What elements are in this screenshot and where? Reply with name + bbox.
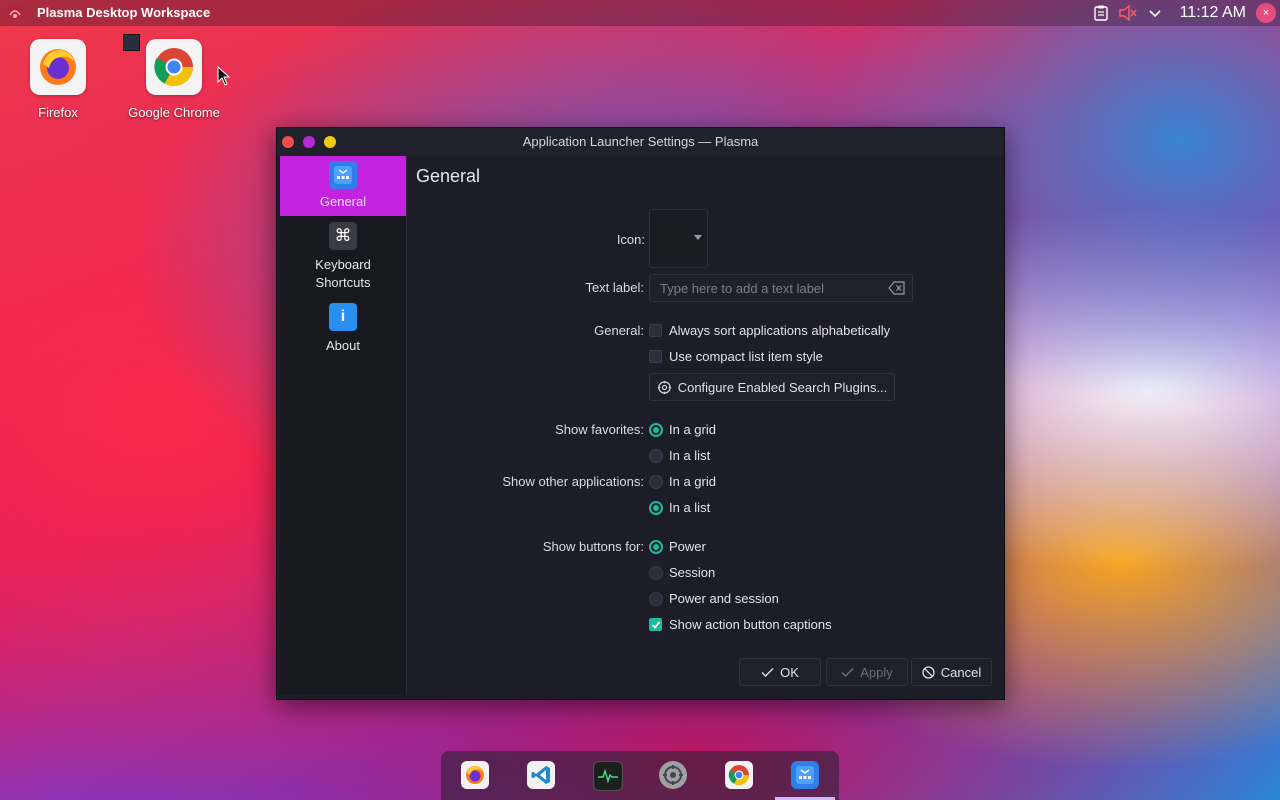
dock-system-settings-icon[interactable] [659,761,687,789]
window-titlebar[interactable]: Application Launcher Settings — Plasma [277,128,1004,156]
clear-text-icon[interactable] [888,281,906,295]
system-tray: 11:12 AM × [1084,0,1280,26]
workspace-title: Plasma Desktop Workspace [37,5,211,20]
compact-list-option[interactable]: Use compact list item style [649,349,823,364]
sidebar-item-keyboard-shortcuts[interactable]: ⌘ Keyboard Shortcuts [280,222,406,294]
sort-alphabetically-option[interactable]: Always sort applications alphabetically [649,323,890,338]
text-label-input[interactable] [650,275,900,301]
favorites-list-option[interactable]: In a list [649,448,710,463]
dropdown-arrow-icon [694,235,702,240]
dock-system-monitor-icon[interactable] [593,761,623,791]
favorites-grid-option[interactable]: In a grid [649,422,716,437]
button-label: OK [780,664,799,680]
command-key-icon: ⌘ [329,222,357,250]
gear-icon [657,380,672,395]
desktop-icon-firefox[interactable]: Firefox [3,39,113,120]
option-label: Session [669,565,716,580]
desktop-icon-label: Google Chrome [128,105,220,120]
other-list-option[interactable]: In a list [649,500,710,515]
launcher-icon [329,161,357,189]
sidebar-item-label: About [326,338,360,353]
option-label: In a list [669,448,711,463]
ok-button[interactable]: OK [739,658,821,686]
buttons-power-option[interactable]: Power [649,539,706,554]
option-label: Always sort applications alphabetically [669,323,891,338]
dock-firefox-icon[interactable] [461,761,489,789]
cancel-icon [922,665,935,679]
option-label: Power [669,539,706,554]
apply-button[interactable]: Apply [826,658,908,686]
buttons-power-session-radio[interactable] [649,591,663,606]
page-title: General [416,166,481,186]
other-list-radio[interactable] [649,500,663,515]
mouse-cursor-icon [217,66,231,86]
general-label: General: [594,323,644,338]
other-grid-option[interactable]: In a grid [649,474,716,489]
dock-launcher-icon[interactable] [791,761,819,789]
show-buttons-label: Show buttons for: [542,539,644,554]
info-icon: i [329,303,357,331]
settings-content: General Icon: Text label: General: Alway… [407,156,1000,695]
window-title: Application Launcher Settings — Plasma [522,134,759,149]
text-label-field [649,274,913,302]
settings-window: Application Launcher Settings — Plasma G… [276,127,1005,700]
option-label: Show action button captions [669,617,832,632]
clock[interactable]: 11:12 AM [1180,4,1246,22]
cancel-button[interactable]: Cancel [911,658,992,686]
dock [441,751,839,800]
text-label-label: Text label: [585,280,644,295]
buttons-power-radio[interactable] [649,539,663,554]
volume-muted-icon[interactable] [1118,5,1138,21]
checkmark-icon [651,620,660,629]
option-label: In a grid [669,422,716,437]
button-label: Apply [860,664,893,680]
desktop-icon-chrome[interactable]: Google Chrome [119,39,229,120]
clipboard-icon[interactable] [1093,5,1108,21]
option-label: Power and session [669,591,779,606]
option-label: In a list [669,500,711,515]
kde-logo-icon[interactable] [6,4,24,22]
check-icon [761,667,774,678]
top-panel: Plasma Desktop Workspace 11:12 AM × [0,0,1280,26]
chevron-down-icon[interactable] [1148,8,1162,18]
sort-alphabetically-checkbox[interactable] [649,324,662,337]
favorites-grid-radio[interactable] [649,422,663,437]
show-favorites-label: Show favorites: [555,422,644,437]
desktop-icon-label: Firefox [38,105,78,120]
favorites-list-radio[interactable] [649,448,663,463]
user-avatar-icon[interactable]: × [1256,3,1276,23]
buttons-session-option[interactable]: Session [649,565,715,580]
dock-chrome-icon[interactable] [725,761,753,789]
dock-vscode-icon[interactable] [527,761,555,789]
sidebar: General ⌘ Keyboard Shortcuts i About [280,156,407,695]
check-icon [841,667,854,678]
action-captions-option[interactable]: Show action button captions [649,617,832,632]
option-label: In a grid [669,474,716,489]
buttons-session-radio[interactable] [649,565,663,580]
sidebar-item-about[interactable]: i About [280,303,406,363]
other-grid-radio[interactable] [649,474,663,489]
compact-list-checkbox[interactable] [649,350,662,363]
button-label: Configure Enabled Search Plugins... [677,379,888,395]
button-label: Cancel [940,664,982,680]
show-other-apps-label: Show other applications: [502,474,644,489]
sidebar-item-label: General [319,194,367,209]
action-captions-checkbox[interactable] [649,618,662,631]
option-label: Use compact list item style [669,349,823,364]
icon-label: Icon: [616,232,645,247]
buttons-power-session-option[interactable]: Power and session [649,591,779,606]
icon-picker-button[interactable] [649,209,708,268]
chrome-icon [146,39,202,95]
sidebar-item-general[interactable]: General [280,156,406,216]
configure-search-plugins-button[interactable]: Configure Enabled Search Plugins... [649,373,895,401]
firefox-icon [30,39,86,95]
sidebar-item-label: Keyboard Shortcuts [315,257,371,290]
